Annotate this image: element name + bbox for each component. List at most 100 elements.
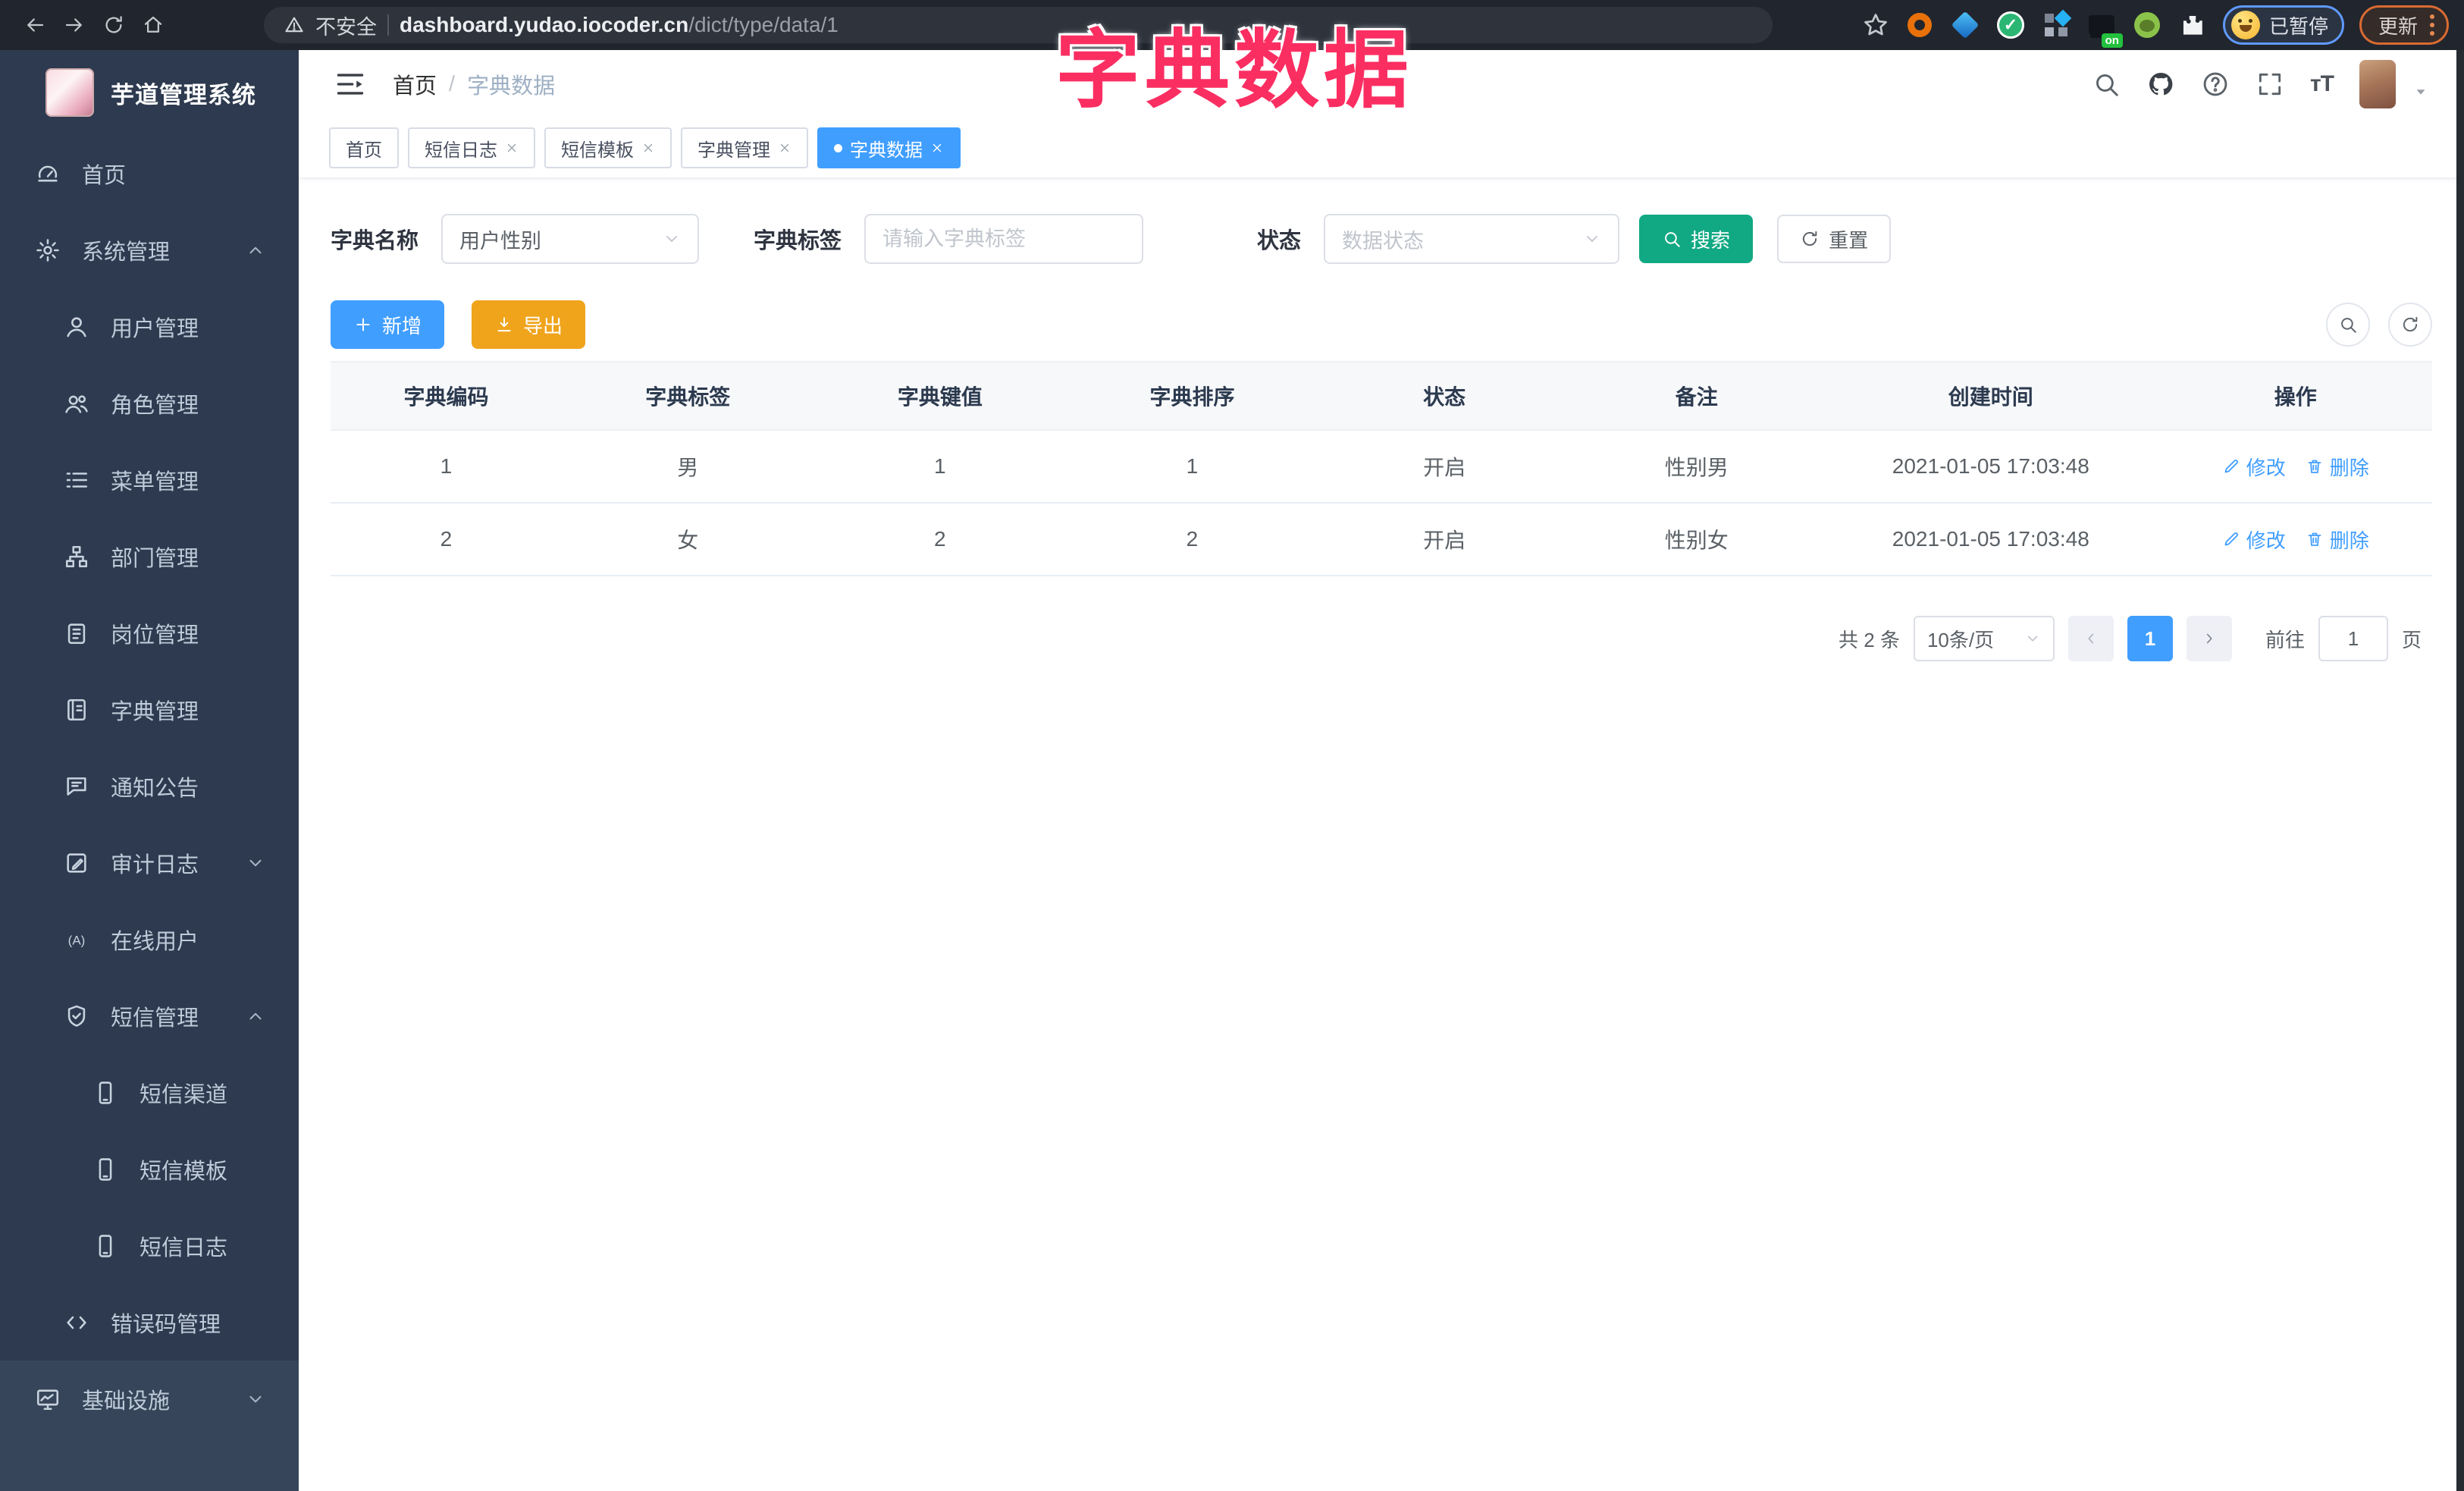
extensions-puzzle-icon[interactable] [2177,10,2208,40]
page-size-select[interactable]: 10条/页 [1913,616,2055,661]
close-icon[interactable] [505,141,519,155]
export-button[interactable]: 导出 [472,300,586,349]
search-button[interactable]: 搜索 [1639,215,1754,263]
close-icon[interactable] [930,141,944,155]
sidebar-item-online-users[interactable]: 在线用户 [0,901,299,978]
font-size-icon[interactable]: тT [2310,71,2334,97]
search-icon[interactable] [2092,70,2121,99]
sidebar-item-system[interactable]: 系统管理 [0,212,299,288]
reload-button[interactable] [94,5,133,45]
tab-sms-log[interactable]: 短信日志 [408,127,535,168]
reset-button[interactable]: 重置 [1777,215,1892,263]
avatar-caret-icon[interactable] [2412,83,2429,100]
sidebar-item-home[interactable]: 首页 [0,135,299,212]
delete-link[interactable]: 删除 [2306,526,2369,554]
sidebar-item-posts[interactable]: 岗位管理 [0,595,299,671]
profile-paused-pill[interactable]: 已暂停 [2222,5,2344,45]
tab-sms-template[interactable]: 短信模板 [544,127,672,168]
table-toolbar: 新增 导出 [331,300,2432,349]
edit-link[interactable]: 修改 [2222,526,2286,554]
phone-icon [92,1080,118,1106]
breadcrumb-home-link[interactable]: 首页 [393,68,437,100]
prev-page-button[interactable] [2067,616,2114,661]
active-dot [834,143,842,152]
col-header-status: 状态 [1318,361,1571,431]
toolbar-right-icons [2326,303,2432,347]
extension-icon-onoff[interactable]: on [2086,10,2123,48]
announcement-icon [64,774,89,799]
status-label: 状态 [1257,229,1302,253]
extension-icon-green-check[interactable]: ✓ [1995,10,2026,40]
navbar-right-tools: тT [2092,60,2429,108]
edit-link[interactable]: 修改 [2222,453,2286,481]
sidebar: 芋道管理系统 首页 系统管理 用户管理 角色管理 菜单管理 部门管理 岗位管理 … [0,50,299,1491]
status-select[interactable]: 数据状态 [1324,214,1620,264]
close-icon[interactable] [778,141,792,155]
user-avatar[interactable] [2359,60,2396,108]
dict-name-select[interactable]: 用户性别 [441,214,700,264]
omnibox-divider [387,14,389,36]
chevron-up-icon [246,240,265,260]
current-page-button[interactable]: 1 [2127,616,2173,661]
delete-link[interactable]: 删除 [2306,453,2369,481]
extension-icon-monkey[interactable] [2132,10,2162,40]
dict-label-input[interactable] [864,214,1144,264]
monitor-chart-icon [35,1386,61,1412]
table-row: 2 女 2 2 开启 性别女 2021-01-05 17:03:48 修改 删除 [331,503,2432,576]
sidebar-item-sms-log[interactable]: 短信日志 [0,1207,299,1284]
status-text: 开启 [1318,503,1571,576]
bookmark-star-icon[interactable] [1862,11,1889,39]
trash-icon [2306,457,2324,476]
tab-home[interactable]: 首页 [329,127,399,168]
browser-toolbar: 不安全 dashboard.yudao.iocoder.cn/dict/type… [0,0,2464,50]
help-icon[interactable] [2201,70,2230,99]
app-logo-row[interactable]: 芋道管理系统 [0,50,299,135]
refresh-table-button[interactable] [2388,303,2432,347]
goto-label: 前往 [2265,628,2305,651]
sidebar-item-users[interactable]: 用户管理 [0,288,299,365]
sidebar-item-sms-channel[interactable]: 短信渠道 [0,1054,299,1131]
sidebar-collapse-icon[interactable] [334,67,367,101]
dict-data-table: 字典编码 字典标签 字典键值 字典排序 状态 备注 创建时间 操作 1 男 1 … [331,361,2432,576]
back-button[interactable] [15,5,55,45]
add-button[interactable]: 新增 [331,300,445,349]
next-page-button[interactable] [2186,616,2232,661]
dict-label-label: 字典标签 [754,229,842,253]
goto-page-input[interactable] [2318,616,2388,661]
phone-icon [92,1157,118,1182]
main-area: 首页 / 字典数据 тT 首页 短信日志 短信模板 字典管理 字典数据 字典名称… [299,50,2464,1491]
sidebar-menu: 首页 系统管理 用户管理 角色管理 菜单管理 部门管理 岗位管理 字典管理 通知… [0,135,299,1361]
col-header-remark: 备注 [1570,361,1823,431]
extension-icon-orange[interactable] [1904,10,1935,40]
github-icon[interactable] [2146,70,2175,99]
sidebar-item-sms-template[interactable]: 短信模板 [0,1131,299,1207]
browser-update-button[interactable]: 更新 [2359,5,2449,45]
sidebar-item-error-code[interactable]: 错误码管理 [0,1284,299,1361]
sidebar-item-notice[interactable]: 通知公告 [0,748,299,824]
extension-icon-gem[interactable] [1950,10,1980,40]
sidebar-item-audit-log[interactable]: 审计日志 [0,824,299,901]
tab-dict-manage[interactable]: 字典管理 [681,127,808,168]
browser-menu-icon[interactable] [2430,14,2434,36]
forward-button[interactable] [55,5,94,45]
tab-dict-data-active[interactable]: 字典数据 [817,127,961,168]
extension-icon-blocks[interactable] [2041,10,2071,40]
audit-doc-icon [64,850,89,876]
angle-right-icon [2201,630,2218,647]
sidebar-item-roles[interactable]: 角色管理 [0,365,299,441]
angle-left-icon [2083,630,2099,647]
close-icon[interactable] [641,141,655,155]
sidebar-item-sms[interactable]: 短信管理 [0,978,299,1054]
home-button[interactable] [133,5,173,45]
sidebar-item-dict[interactable]: 字典管理 [0,671,299,748]
page-unit-label: 页 [2401,628,2422,651]
address-bar[interactable]: 不安全 dashboard.yudao.iocoder.cn/dict/type… [264,7,1773,43]
sidebar-item-menus[interactable]: 菜单管理 [0,441,299,518]
sidebar-item-infrastructure[interactable]: 基础设施 [0,1361,299,1437]
sidebar-item-departments[interactable]: 部门管理 [0,518,299,595]
phone-icon [92,1233,118,1259]
col-header-value: 字典键值 [813,361,1067,431]
show-search-button[interactable] [2326,303,2370,347]
search-icon [1662,229,1682,249]
fullscreen-icon[interactable] [2256,70,2284,99]
